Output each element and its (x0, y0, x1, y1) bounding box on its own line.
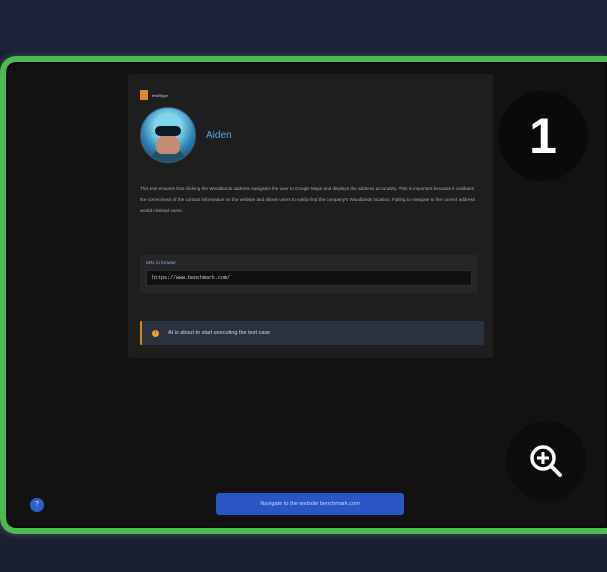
status-bar: ! AI is about to start executing the tes… (140, 321, 484, 345)
help-icon[interactable]: ? (30, 498, 44, 512)
test-description: This test ensures that clicking the Wood… (140, 186, 476, 213)
url-input[interactable] (146, 270, 472, 286)
status-text: AI is about to start executing the test … (168, 330, 271, 336)
brand: testRigor (140, 90, 168, 100)
avatar (140, 107, 196, 163)
url-label: URL to browse (146, 260, 176, 265)
navigate-button[interactable]: Navigate to the website benchmark.com (216, 493, 404, 515)
zoom-in-icon (530, 445, 562, 477)
bottom-band (0, 540, 607, 572)
step-number-badge: 1 (498, 91, 588, 181)
zoom-in-button[interactable] (506, 421, 586, 501)
top-band (0, 0, 607, 50)
url-section: URL to browse (140, 255, 478, 293)
brand-name: testRigor (152, 92, 169, 98)
user-name: Aiden (206, 130, 232, 141)
info-icon: ! (152, 329, 159, 337)
test-card: testRigor Aiden This test ensures that c… (128, 74, 493, 358)
brand-logo-icon (140, 90, 148, 100)
